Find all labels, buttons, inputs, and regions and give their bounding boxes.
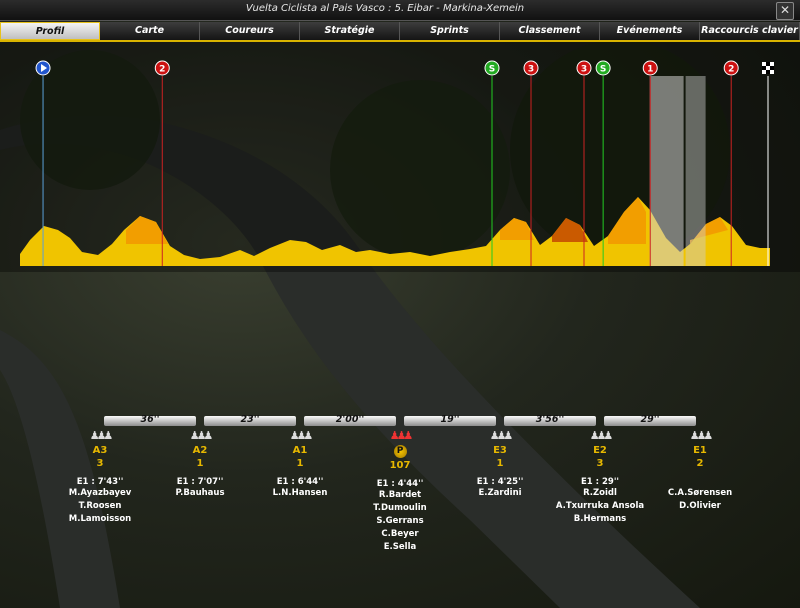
rider-name[interactable]: T.Roosen (50, 500, 150, 513)
group-time-gap: E1 : 6'44'' (276, 477, 324, 487)
group-name: E2 (593, 445, 607, 456)
race-position-highlight (649, 76, 684, 266)
rider-name[interactable]: S.Gerrans (350, 515, 450, 528)
rider-name[interactable]: M.Ayazbayev (50, 487, 150, 500)
close-icon[interactable]: ✕ (776, 2, 794, 20)
rider-group[interactable]: ♟♟♟ E2 3 E1 : 29'' R.Zoidl A.Txurruka Ansola B… (550, 428, 650, 526)
climb-segment (500, 218, 534, 240)
group-time-gap (650, 477, 750, 487)
rider-group[interactable]: ♟♟♟ A2 1 E1 : 7'07'' P.Bauhaus (150, 428, 250, 500)
peloton-badge: P (350, 445, 450, 458)
group-rider-count: 1 (496, 458, 504, 469)
tab-sprints[interactable]: Sprints (400, 22, 500, 40)
cyclist-group-icon: ♟♟♟ (189, 429, 214, 442)
group-time-gap: E1 : 7'43'' (76, 477, 124, 487)
gap-time-label: 36'' (140, 414, 160, 425)
group-name: A2 (192, 445, 208, 456)
gap-time-label: 23'' (240, 414, 260, 425)
rider-name[interactable]: B.Hermans (550, 513, 650, 526)
finish-flag-icon (762, 62, 774, 74)
rider-name[interactable]: R.Bardet (350, 489, 450, 502)
tab-coureurs[interactable]: Coureurs (200, 22, 300, 40)
group-rider-count: 107 (389, 460, 411, 471)
stage-profile-chart: 2 S 3 3 S 1 2 (20, 60, 774, 266)
cyclist-group-icon: ♟♟♟ (489, 429, 514, 442)
rider-group[interactable]: ♟♟♟ A3 3 E1 : 7'43'' M.Ayazbayev T.Roosen M.La… (50, 428, 150, 526)
group-rider-count: 1 (296, 458, 304, 469)
marker-label: S (600, 65, 606, 75)
rider-name[interactable]: M.Lamoisson (50, 513, 150, 526)
rider-group[interactable]: ♟♟♟ E1 2 C.A.Sørensen D.Olivier (650, 428, 750, 513)
marker-label: 2 (728, 65, 734, 75)
rider-name[interactable]: A.Txurruka Ansola (550, 500, 650, 513)
tab-strategie[interactable]: Stratégie (300, 22, 400, 40)
tab-carte[interactable]: Carte (100, 22, 200, 40)
gap-time-label: 3'56'' (535, 414, 565, 425)
tab-profil[interactable]: Profil (0, 22, 100, 40)
group-time-gap: E1 : 4'25'' (476, 477, 524, 487)
marker-label: 2 (159, 65, 165, 75)
climb-segment (608, 197, 646, 244)
race-position-highlight (685, 76, 706, 266)
group-name: A3 (92, 445, 108, 456)
group-time-gap: E1 : 4'44'' (376, 479, 424, 489)
rider-name[interactable]: P.Bauhaus (150, 487, 250, 500)
tab-raccourcis-clavier[interactable]: Raccourcis clavier (700, 22, 800, 40)
group-name: A1 (292, 445, 308, 456)
group-name: E1 (693, 445, 707, 456)
rider-name[interactable]: R.Zoidl (550, 487, 650, 500)
gap-time-label: 29'' (640, 414, 660, 425)
marker-label: S (489, 65, 495, 75)
marker-label: 3 (581, 65, 587, 75)
rider-group[interactable]: ♟♟♟ E3 1 E1 : 4'25'' E.Zardini (450, 428, 550, 500)
cyclist-group-icon: ♟♟♟ (589, 429, 614, 442)
group-name: E3 (493, 445, 507, 456)
gap-time-label: 19'' (440, 414, 460, 425)
cyclist-group-icon: ♟♟♟ (289, 429, 314, 442)
gap-time-label: 2'00'' (335, 414, 365, 425)
climb-segment (126, 216, 168, 244)
peloton-icon: ♟♟♟ (389, 429, 414, 442)
group-rider-count: 3 (96, 458, 104, 469)
cyclist-group-icon: ♟♟♟ (689, 429, 714, 442)
rider-name[interactable]: D.Olivier (650, 500, 750, 513)
cyclist-group-icon: ♟♟♟ (89, 429, 114, 442)
rider-name[interactable]: L.N.Hansen (250, 487, 350, 500)
rider-group[interactable]: ♟♟♟ P 107 E1 : 4'44'' R.Bardet T.Dumoulin S.Ge… (350, 428, 450, 554)
marker-label: 3 (528, 65, 534, 75)
tab-evenements[interactable]: Evénements (600, 22, 700, 40)
rider-name[interactable]: C.Beyer (350, 528, 450, 541)
window-title: Vuelta Ciclista al Pais Vasco : 5. Eibar… (245, 3, 525, 14)
marker-label: 1 (647, 65, 653, 75)
rider-name[interactable]: C.A.Sørensen (650, 487, 750, 500)
tab-bar: Profil Carte Coureurs Stratégie Sprints … (0, 22, 800, 40)
rider-group[interactable]: ♟♟♟ A1 1 E1 : 6'44'' L.N.Hansen (250, 428, 350, 500)
group-rider-count: 3 (596, 458, 604, 469)
window-titlebar: Vuelta Ciclista al Pais Vasco : 5. Eibar… (0, 0, 800, 21)
rider-name[interactable]: E.Zardini (450, 487, 550, 500)
rider-name[interactable]: E.Sella (350, 541, 450, 554)
tab-classement[interactable]: Classement (500, 22, 600, 40)
group-rider-count: 2 (696, 458, 704, 469)
group-rider-count: 1 (196, 458, 204, 469)
group-time-gap: E1 : 29'' (580, 477, 620, 487)
rider-name[interactable]: T.Dumoulin (350, 502, 450, 515)
group-time-gap: E1 : 7'07'' (176, 477, 224, 487)
